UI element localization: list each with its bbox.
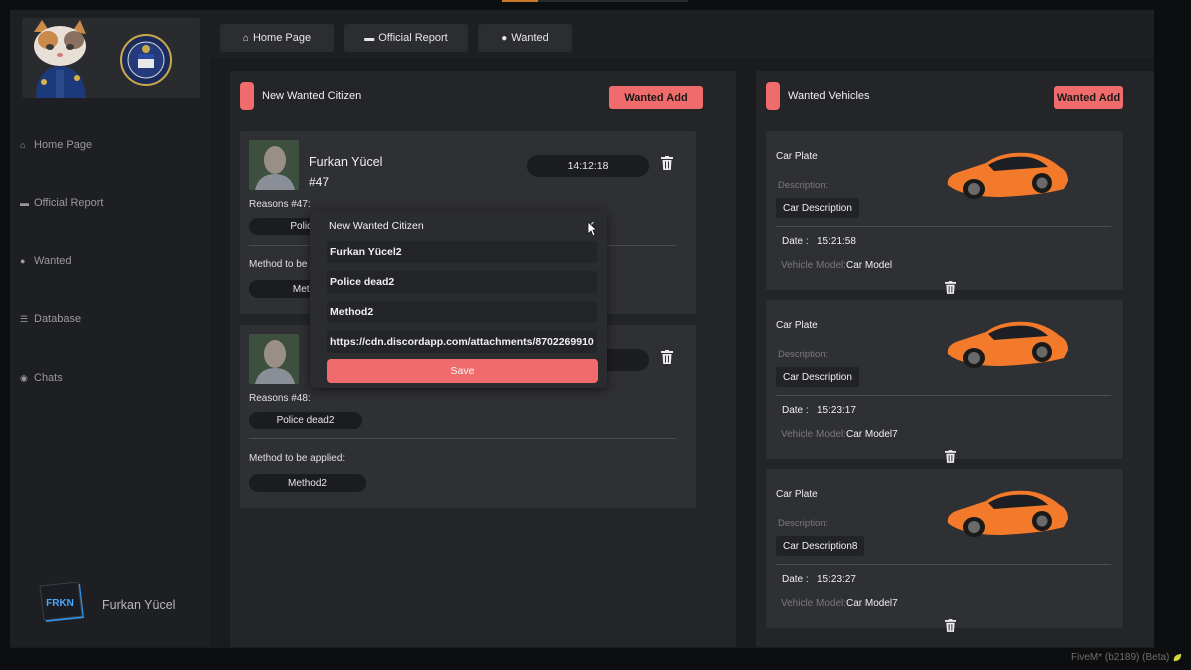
database-icon: ☰: [20, 313, 29, 324]
folder-icon: ▬: [20, 198, 29, 208]
section-marker: [766, 82, 780, 110]
reasons-label: Reasons #47:: [249, 199, 311, 210]
description-value: Car Description8: [776, 536, 865, 556]
user-icon: ●: [501, 32, 508, 44]
vehicle-model-label: Vehicle Model:: [781, 598, 847, 609]
sidebar: [10, 10, 210, 646]
date-value: 15:23:17: [817, 405, 856, 416]
divider: [776, 564, 1111, 565]
sidebar-item-label: Wanted: [34, 255, 72, 267]
citizen-photo: [249, 140, 299, 190]
wanted-add-vehicle-button[interactable]: Wanted Add: [1054, 86, 1123, 109]
car-plate: Car Plate: [776, 151, 818, 162]
sidebar-item-label: Home Page: [34, 139, 93, 151]
sidebar-item-label: Chats: [34, 372, 63, 384]
reason-input[interactable]: [327, 271, 597, 293]
method-value: Method2: [249, 474, 366, 492]
top-tab-bar: ⌂ Home Page ▬ Official Report ● Wanted: [210, 10, 1154, 58]
description-value: Car Description: [776, 367, 859, 387]
logo-banner: [22, 18, 200, 98]
tab-home-page[interactable]: ⌂ Home Page: [220, 24, 334, 52]
save-button[interactable]: Save: [327, 359, 598, 383]
method-label: Method to be: [249, 259, 308, 270]
reason-value: Police dead2: [249, 412, 362, 429]
vehicle-model-value: Car Model: [846, 260, 893, 271]
avatar: FRKN: [38, 581, 88, 628]
tab-official-report[interactable]: ▬ Official Report: [344, 24, 468, 52]
date-value: 15:21:58: [817, 236, 856, 247]
vehicle-model-label: Vehicle Model:: [781, 260, 847, 271]
citizen-name: Furkan Yücel: [309, 155, 383, 169]
vehicle-model-value: Car Model7: [846, 429, 898, 440]
citizen-id: #47: [309, 175, 330, 189]
description-label: Description:: [778, 518, 829, 529]
description-label: Description:: [778, 180, 829, 191]
vehicle-card: Car Plate Description: Car Description D…: [766, 300, 1123, 459]
delete-citizen-trash-icon[interactable]: [661, 350, 673, 364]
section-marker: [240, 82, 254, 110]
vehicle-card: Car Plate Description: Car Description D…: [766, 131, 1123, 290]
tab-label: Home Page: [252, 32, 312, 44]
tab-label: Wanted: [511, 32, 549, 44]
delete-vehicle-trash-icon[interactable]: [945, 619, 956, 632]
new-wanted-citizen-modal: New Wanted Citizen ✕ Save: [310, 210, 607, 388]
user-icon: ●: [20, 256, 26, 266]
sidebar-item-database[interactable]: ☰ Database: [20, 313, 81, 325]
date-label: Date :: [782, 574, 809, 585]
sidebar-item-home-page[interactable]: ⌂ Home Page: [20, 139, 92, 151]
vehicle-model-label: Vehicle Model:: [781, 429, 847, 440]
tab-label: Official Report: [378, 32, 448, 44]
top-strip: [538, 0, 688, 2]
cat-police-mascot-logo: [22, 18, 200, 98]
method-label: Method to be applied:: [249, 453, 346, 464]
delete-citizen-trash-icon[interactable]: [661, 156, 673, 170]
sidebar-item-label: Database: [34, 313, 82, 325]
home-icon: ⌂: [242, 32, 249, 44]
chat-icon: ◉: [20, 372, 28, 383]
user-name: Furkan Yücel: [102, 598, 176, 612]
photo-url-input[interactable]: [327, 331, 597, 353]
name-input[interactable]: [327, 241, 597, 263]
top-strip-accent: [502, 0, 538, 2]
vehicle-model-value: Car Model7: [846, 598, 898, 609]
delete-vehicle-trash-icon[interactable]: [945, 281, 956, 294]
method-input[interactable]: [327, 301, 597, 323]
tab-wanted[interactable]: ● Wanted: [478, 24, 572, 52]
mouse-cursor-icon: [587, 221, 597, 237]
date-label: Date :: [782, 236, 809, 247]
fivem-version-text: FiveM* (b2189) (Beta): [1071, 652, 1170, 663]
citizen-time: 14:12:18: [527, 155, 649, 177]
divider: [249, 438, 676, 439]
divider: [776, 395, 1111, 396]
citizen-photo: [249, 334, 299, 384]
current-user: FRKN Furkan Yücel: [38, 581, 176, 628]
fivem-leaf-icon: [1173, 653, 1182, 662]
vehicles-title: Wanted Vehicles: [788, 90, 870, 102]
wanted-add-citizen-button[interactable]: Wanted Add: [609, 86, 703, 109]
sidebar-item-label: Official Report: [34, 197, 104, 209]
description-label: Description:: [778, 349, 829, 360]
car-image: [947, 490, 1068, 537]
date-value: 15:23:27: [817, 574, 856, 585]
date-label: Date :: [782, 405, 809, 416]
citizens-title: New Wanted Citizen: [262, 90, 362, 102]
divider: [776, 226, 1111, 227]
user-logo-text: FRKN: [46, 598, 74, 609]
sidebar-item-chats[interactable]: ◉ Chats: [20, 372, 63, 384]
delete-vehicle-trash-icon[interactable]: [945, 450, 956, 463]
home-icon: ⌂: [20, 140, 26, 150]
car-image: [947, 152, 1068, 199]
description-value: Car Description: [776, 198, 859, 218]
vehicle-card: Car Plate Description: Car Description8 …: [766, 469, 1123, 628]
sidebar-item-official-report[interactable]: ▬ Official Report: [20, 197, 104, 209]
reasons-label: Reasons #48:: [249, 393, 311, 404]
modal-title: New Wanted Citizen: [329, 220, 424, 232]
car-plate: Car Plate: [776, 320, 818, 331]
folder-icon: ▬: [364, 32, 375, 44]
sidebar-item-wanted[interactable]: ● Wanted: [20, 255, 72, 267]
car-plate: Car Plate: [776, 489, 818, 500]
car-image: [947, 321, 1068, 368]
